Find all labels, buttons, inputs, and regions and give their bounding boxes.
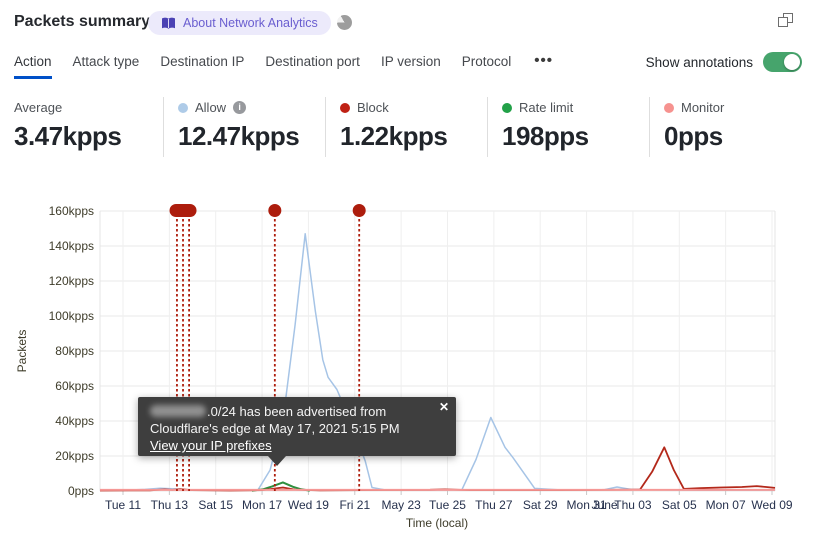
allow-legend-dot — [178, 102, 188, 113]
panel-header: Packets summary About Network Analytics — [0, 0, 816, 46]
stat-value: 198pps — [502, 121, 589, 151]
tab-action[interactable]: Action — [14, 50, 52, 79]
stat-average: Average 3.47kpps — [14, 97, 163, 157]
annotation-cluster-marker — [169, 204, 197, 217]
tab-destination-ip[interactable]: Destination IP — [160, 50, 244, 79]
x-tick-label-june: June — [591, 498, 618, 512]
stat-label: Rate limit — [519, 100, 574, 115]
tooltip-close-icon[interactable]: ✕ — [439, 400, 449, 414]
annotation-tooltip: .0/24 has been advertised from Cloudflar… — [138, 397, 456, 466]
toggle-knob — [784, 54, 800, 70]
redacted-ip-prefix — [150, 405, 206, 417]
packets-line-chart: Packets Time (local) 0pps 20kpps 40kpps 60k… — [0, 195, 816, 545]
stat-value: 12.47kpps — [178, 121, 300, 151]
y-tick-label: 20kpps — [55, 449, 94, 463]
stat-value: 0pps — [664, 121, 723, 151]
stat-allow: Allow i 12.47kpps — [163, 97, 325, 157]
y-tick-label: 140kpps — [48, 239, 94, 253]
tooltip-caret — [268, 456, 286, 466]
y-tick-label: 160kpps — [48, 204, 94, 218]
chart-plot — [99, 204, 776, 495]
x-axis-title: Time (local) — [405, 516, 469, 530]
show-annotations-control: Show annotations — [646, 52, 802, 72]
book-icon — [161, 17, 176, 30]
stat-label: Monitor — [681, 100, 725, 115]
about-network-analytics-link[interactable]: About Network Analytics — [148, 11, 331, 35]
network-analytics-panel: Packets summary About Network Analytics … — [0, 0, 816, 545]
y-tick-label: 80kpps — [55, 344, 94, 358]
dimension-tabs: Action Attack type Destination IP Destin… — [14, 50, 555, 79]
show-annotations-toggle[interactable] — [763, 52, 802, 72]
stat-block: Block 1.22kpps — [325, 97, 487, 157]
stat-label: Block — [357, 100, 389, 115]
y-axis-title: Packets — [15, 329, 29, 373]
annotation-marker — [268, 204, 282, 217]
more-tabs-button[interactable]: ••• — [532, 50, 555, 71]
monitor-legend-dot — [664, 102, 674, 113]
y-tick-label: 0pps — [67, 484, 94, 498]
y-tick-label: 100kpps — [48, 309, 94, 323]
tab-protocol[interactable]: Protocol — [462, 50, 512, 79]
stat-value: 1.22kpps — [340, 121, 448, 151]
summary-stats-row: Average 3.47kpps Allow i 12.47kpps Block … — [0, 97, 816, 159]
y-tick-label: 40kpps — [55, 414, 94, 428]
info-icon[interactable]: i — [233, 101, 247, 114]
tab-attack-type[interactable]: Attack type — [73, 50, 140, 79]
block-legend-dot — [340, 102, 350, 113]
tooltip-line-1: .0/24 has been advertised from — [150, 403, 432, 420]
y-tick-label: 60kpps — [55, 379, 94, 393]
rate-limit-legend-dot — [502, 102, 512, 113]
about-link-label: About Network Analytics — [183, 16, 318, 30]
x-tick-label: Wed 09 — [751, 498, 793, 512]
stat-label: Average — [14, 100, 63, 115]
popout-window-icon[interactable] — [778, 13, 794, 29]
loading-pie-icon — [337, 15, 352, 30]
stat-rate-limit: Rate limit 198pps — [487, 97, 649, 157]
show-annotations-label: Show annotations — [645, 54, 753, 70]
stat-monitor: Monitor 0pps — [649, 97, 809, 157]
tooltip-line-2: Cloudflare's edge at May 17, 2021 5:15 P… — [150, 421, 400, 436]
annotation-marker — [352, 204, 366, 217]
stat-value: 3.47kpps — [14, 121, 122, 151]
page-title: Packets summary — [14, 13, 151, 30]
view-ip-prefixes-link[interactable]: View your IP prefixes — [150, 438, 272, 453]
y-tick-label: 120kpps — [48, 274, 94, 288]
tab-ip-version[interactable]: IP version — [381, 50, 441, 79]
stat-label: Allow — [195, 100, 227, 115]
tab-destination-port[interactable]: Destination port — [265, 50, 360, 79]
